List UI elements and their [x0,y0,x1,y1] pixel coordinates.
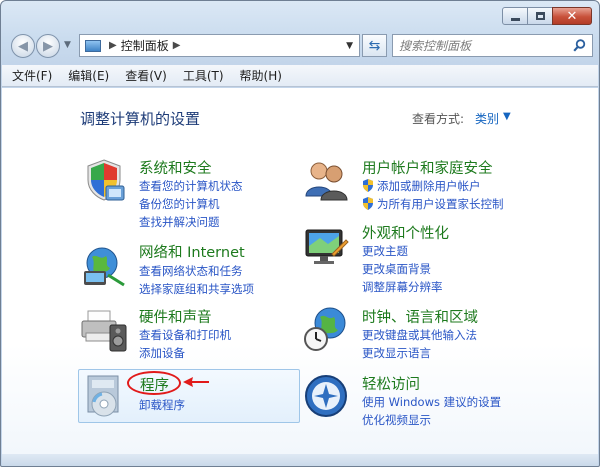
page-title: 调整计算机的设置 [80,110,201,128]
link-backup-computer[interactable]: 备份您的计算机 [139,196,220,212]
back-button[interactable]: ◀ [11,34,35,58]
menu-bar: 文件(F) 编辑(E) 查看(V) 工具(T) 帮助(H) [2,65,598,87]
link-parental-controls-text[interactable]: 为所有用户设置家长控制 [377,197,504,211]
programs-disc-icon[interactable] [82,372,130,420]
clock-globe-icon[interactable] [302,305,350,353]
link-troubleshoot[interactable]: 查找并解决问题 [139,214,220,230]
close-button[interactable]: ✕ [552,7,592,25]
network-globe-icon[interactable] [80,241,128,289]
security-shield-icon[interactable] [80,156,128,204]
breadcrumb-control-panel[interactable]: 控制面板 [121,37,169,54]
breadcrumb-separator-icon[interactable]: ▶ [109,40,117,51]
caption-buttons: ✕ [502,7,592,25]
category-hardware-sound[interactable]: 硬件和声音 [139,306,212,327]
search-box[interactable]: 搜索控制面板 [392,34,593,57]
link-recommended-settings[interactable]: 使用 Windows 建议的设置 [362,394,501,410]
uac-shield-icon [363,179,373,192]
control-panel-icon [85,39,101,52]
uac-shield-icon [363,197,373,210]
link-change-desktop-background[interactable]: 更改桌面背景 [362,261,431,277]
refresh-button[interactable]: ⇆ [362,34,387,57]
link-parental-controls[interactable]: 为所有用户设置家长控制 [362,196,504,212]
recent-pages-dropdown[interactable]: ▼ [64,40,71,50]
close-icon: ✕ [566,8,578,24]
category-system-security[interactable]: 系统和安全 [139,157,212,178]
view-by-dropdown[interactable]: 类别 [475,110,499,127]
category-network-internet[interactable]: 网络和 Internet [139,241,245,262]
address-bar[interactable]: ▶ 控制面板 ▶ ▼ [79,34,360,57]
menu-file[interactable]: 文件(F) [12,67,52,84]
navigation-bar: ◀ ▶ ▼ ▶ 控制面板 ▶ ▼ ⇆ 搜索控制面板 [9,32,593,60]
control-panel-window: ✕ ◀ ▶ ▼ ▶ 控制面板 ▶ ▼ ⇆ 搜索控制面板 文件(F) 编辑(E) … [0,0,600,467]
category-ease-of-access[interactable]: 轻松访问 [362,373,420,394]
arrow-left-icon: ◀ [18,38,28,54]
menu-help[interactable]: 帮助(H) [240,67,282,84]
ease-of-access-icon[interactable] [302,372,350,420]
link-change-input-method[interactable]: 更改键盘或其他输入法 [362,327,477,343]
content-area: 调整计算机的设置 查看方式: 类别 ▼ 系统和安全 查看您的计算机状态 备份您的… [2,88,598,454]
forward-button[interactable]: ▶ [36,34,60,58]
window-bottom-frame [2,454,598,466]
link-devices-printers[interactable]: 查看设备和打印机 [139,327,231,343]
link-optimize-visual-display[interactable]: 优化视频显示 [362,412,431,428]
link-homegroup-sharing[interactable]: 选择家庭组和共享选项 [139,281,254,297]
link-adjust-resolution[interactable]: 调整屏幕分辨率 [362,279,443,295]
link-change-display-language[interactable]: 更改显示语言 [362,345,431,361]
link-add-remove-accounts-text[interactable]: 添加或删除用户帐户 [377,179,481,193]
search-icon[interactable] [573,39,586,52]
appearance-monitor-icon[interactable] [302,224,350,272]
address-dropdown-icon[interactable]: ▼ [346,41,353,51]
category-clock-language-region[interactable]: 时钟、语言和区域 [362,306,478,327]
link-add-device[interactable]: 添加设备 [139,345,185,361]
link-uninstall-program[interactable]: 卸载程序 [139,397,185,413]
category-appearance[interactable]: 外观和个性化 [362,222,449,243]
menu-tools[interactable]: 工具(T) [183,67,224,84]
maximize-icon [535,12,545,20]
link-view-computer-status[interactable]: 查看您的计算机状态 [139,178,243,194]
link-change-theme[interactable]: 更改主题 [362,243,408,259]
link-add-remove-accounts[interactable]: 添加或删除用户帐户 [362,178,481,194]
menu-edit[interactable]: 编辑(E) [68,67,109,84]
menu-view[interactable]: 查看(V) [125,67,167,84]
annotation-ellipse [127,371,181,395]
category-user-accounts[interactable]: 用户帐户和家庭安全 [362,157,493,178]
chevron-down-icon[interactable]: ▼ [503,111,511,122]
view-by-label: 查看方式: [412,112,465,126]
user-accounts-icon[interactable] [302,156,350,204]
link-view-network-status[interactable]: 查看网络状态和任务 [139,263,243,279]
breadcrumb-separator-icon[interactable]: ▶ [173,40,181,51]
minimize-button[interactable] [502,7,528,25]
maximize-button[interactable] [527,7,553,25]
refresh-icon: ⇆ [368,37,381,54]
arrow-right-icon: ▶ [43,38,53,54]
search-input[interactable]: 搜索控制面板 [393,37,471,54]
minimize-icon [510,17,520,21]
annotation-arrow-icon [183,377,209,387]
printer-icon[interactable] [80,305,128,353]
